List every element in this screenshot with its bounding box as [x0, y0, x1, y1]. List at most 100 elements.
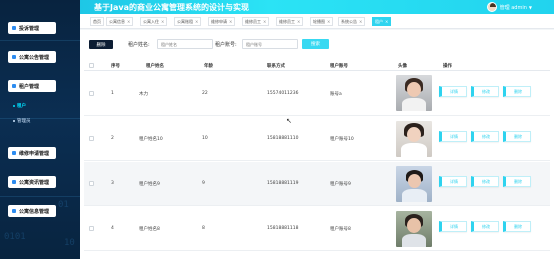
column-header: 年龄: [204, 64, 213, 69]
sidebar-item-label: 维修申请管理: [19, 150, 50, 157]
cell-age: 10: [202, 136, 208, 141]
close-icon[interactable]: ×: [195, 19, 198, 24]
bullet-icon: [13, 104, 15, 107]
row-checkbox[interactable]: [89, 226, 94, 231]
app-title: 基于Java的商业公寓管理系统的设计与实现: [94, 3, 249, 12]
cell-phone: 15574011236: [267, 91, 299, 96]
menu-icon: [12, 26, 16, 30]
cell-index: 3: [111, 181, 114, 186]
close-icon[interactable]: ×: [385, 19, 388, 24]
tab-label: 维修员工: [245, 18, 261, 24]
tab-home[interactable]: 首页: [90, 17, 104, 26]
cell-name: 租户姓名10: [139, 137, 163, 142]
close-icon[interactable]: ×: [327, 19, 330, 24]
sidebar-deco-line: [0, 196, 80, 197]
column-header: 联系方式: [267, 64, 285, 69]
table-row: 3 租户姓名9 9 15818881119 租户账号9 详情 修改 删除: [84, 162, 550, 206]
cell-phone: 15818881118: [267, 226, 299, 231]
tab-repair-request[interactable]: 维修申请 ×: [208, 17, 236, 26]
account-search-input[interactable]: [242, 39, 298, 49]
select-all-checkbox[interactable]: [89, 63, 94, 68]
edit-button[interactable]: 修改: [471, 131, 499, 142]
sidebar-deco-text: 01: [58, 200, 69, 210]
tab-repair-staff[interactable]: 维修员工 ×: [242, 17, 270, 26]
delete-button[interactable]: 删除: [503, 176, 531, 187]
edit-button[interactable]: 修改: [471, 221, 499, 232]
chevron-down-icon: ▼: [528, 4, 532, 10]
sidebar-item-complaints[interactable]: 投诉管理: [8, 22, 56, 34]
tab-apartment-info[interactable]: 公寓信息 ×: [106, 17, 134, 26]
cell-age: 9: [202, 181, 205, 186]
delete-button[interactable]: 删除: [503, 131, 531, 142]
tab-label: 公寓入住: [143, 18, 159, 24]
tab-apartment-checkin[interactable]: 公寓入住 ×: [140, 17, 168, 26]
avatar: [486, 2, 497, 12]
column-header: 头像: [398, 64, 407, 69]
user-menu[interactable]: 管理 admin ▼: [486, 2, 532, 12]
tenant-avatar-photo: [396, 211, 432, 247]
sidebar-subitem-label: 管理员: [17, 119, 31, 124]
detail-button[interactable]: 详情: [439, 131, 467, 142]
sidebar-subitem-tenant[interactable]: 租户: [13, 103, 26, 109]
tab-carousel[interactable]: 轮播图 ×: [310, 17, 334, 26]
sidebar-item-news[interactable]: 公寓资讯管理: [8, 176, 56, 188]
bulk-delete-button[interactable]: 删除: [89, 40, 113, 49]
delete-button[interactable]: 删除: [503, 221, 531, 232]
sidebar-item-label: 公寓公告管理: [19, 54, 50, 61]
username: 管理 admin: [499, 4, 527, 11]
sidebar-item-tenants[interactable]: 租户管理: [8, 80, 56, 92]
menu-icon: [12, 180, 16, 184]
menu-icon: [12, 55, 16, 59]
menu-icon: [12, 209, 16, 213]
detail-button[interactable]: 详情: [439, 86, 467, 97]
edit-button[interactable]: 修改: [471, 176, 499, 187]
main-content: 删除 租户姓名: 租户账号: 搜索 序号 租户姓名 年龄 联系方式 租户账号 头…: [80, 30, 554, 259]
row-checkbox[interactable]: [89, 136, 94, 141]
sidebar-item-announcements[interactable]: 公寓公告管理: [8, 51, 56, 63]
cell-account: 租户账号9: [330, 182, 351, 187]
sidebar-subitem-label: 租户: [17, 104, 26, 109]
close-icon[interactable]: ×: [161, 19, 164, 24]
name-filter-label: 租户姓名:: [128, 42, 150, 48]
detail-button[interactable]: 详情: [439, 221, 467, 232]
tab-tenant[interactable]: 租户 ×: [372, 17, 392, 26]
cell-account: 账号a: [330, 92, 342, 97]
close-icon[interactable]: ×: [263, 19, 266, 24]
top-header: 基于Java的商业公寓管理系统的设计与实现 管理 admin ▼: [80, 0, 554, 14]
table-row: 2 租户姓名10 10 15818881110 租户账号10 详情 修改 删除: [84, 117, 550, 161]
sidebar-deco-line: [0, 118, 80, 119]
menu-icon: [12, 151, 16, 155]
tenant-avatar-photo: [396, 75, 432, 111]
tab-apartment-rent[interactable]: 公寓账租 ×: [174, 17, 202, 26]
close-icon[interactable]: ×: [359, 19, 362, 24]
cell-age: 8: [202, 226, 205, 231]
sidebar-item-repairs[interactable]: 维修申请管理: [8, 147, 56, 159]
close-icon[interactable]: ×: [229, 19, 232, 24]
cell-name: 租户姓名8: [139, 227, 160, 232]
detail-button[interactable]: 详情: [439, 176, 467, 187]
sidebar-item-label: 公寓信息管理: [19, 208, 50, 215]
cell-name: 木力: [139, 92, 148, 97]
search-button[interactable]: 搜索: [302, 39, 329, 49]
account-filter-label: 租户账号:: [215, 42, 237, 48]
sidebar: 0101 01 10 投诉管理 公寓公告管理 租户管理 租户 管理员 维修申请管…: [0, 0, 80, 259]
close-icon[interactable]: ×: [297, 19, 300, 24]
tab-bar: 首页 公寓信息 × 公寓入住 × 公寓账租 × 维修申请 × 维修员工 × 维修员工 × 轮…: [80, 14, 554, 29]
row-checkbox[interactable]: [89, 91, 94, 96]
tab-repair-staff-2[interactable]: 维修员工 ×: [276, 17, 304, 26]
cell-phone: 15818881110: [267, 136, 299, 141]
edit-button[interactable]: 修改: [471, 86, 499, 97]
sidebar-item-apartment-info[interactable]: 公寓信息管理: [8, 205, 56, 217]
menu-icon: [12, 84, 16, 88]
tab-system-notice[interactable]: 系统公告 ×: [338, 17, 366, 26]
cell-index: 4: [111, 226, 114, 231]
cell-age: 22: [202, 91, 208, 96]
sidebar-subitem-admin[interactable]: 管理员: [13, 118, 31, 124]
cell-account: 租户账号10: [330, 137, 354, 142]
delete-button[interactable]: 删除: [503, 86, 531, 97]
row-checkbox[interactable]: [89, 181, 94, 186]
close-icon[interactable]: ×: [127, 19, 130, 24]
tenant-avatar-photo: [396, 166, 432, 202]
name-search-input[interactable]: [157, 39, 213, 49]
tenant-avatar-photo: [396, 121, 432, 157]
